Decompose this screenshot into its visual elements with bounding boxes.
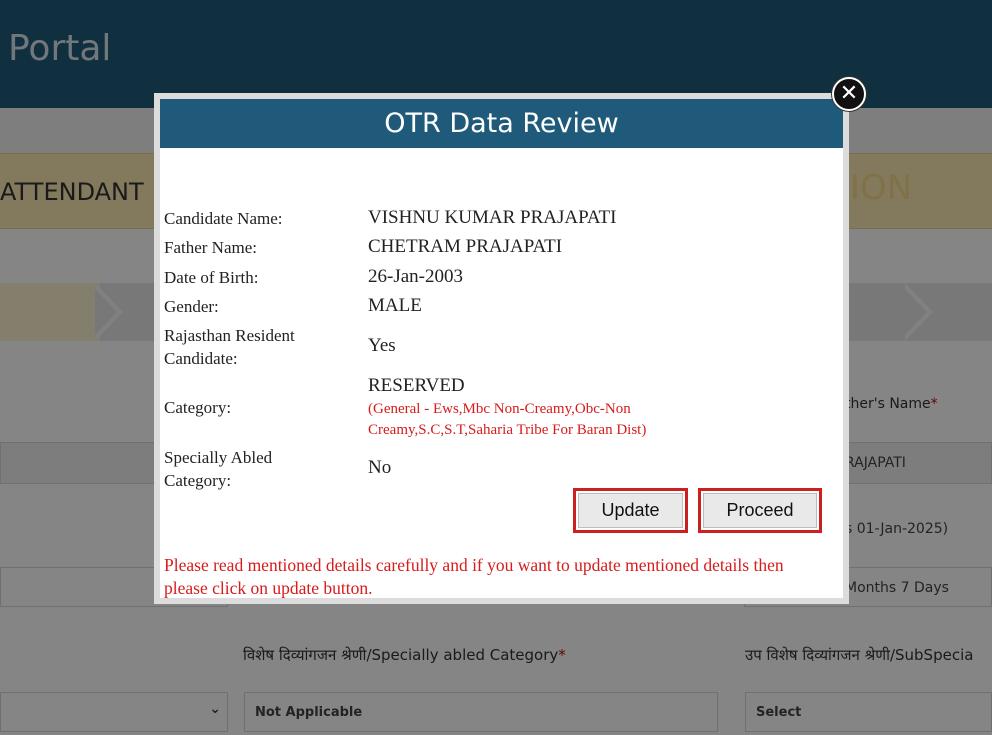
resident-label: Rajasthan Resident Candidate:: [164, 326, 295, 368]
dob-value: 26-Jan-2003: [368, 266, 463, 287]
update-button[interactable]: Update: [573, 488, 688, 533]
review-notice: Please read mentioned details carefully …: [164, 555, 784, 598]
close-icon[interactable]: ✕: [832, 77, 866, 111]
category-label: Category:: [164, 398, 232, 417]
gender-value: MALE: [368, 295, 422, 316]
modal-title: OTR Data Review: [160, 99, 843, 148]
father-name-value: CHETRAM PRAJAPATI: [368, 236, 563, 257]
specially-abled-value: No: [368, 457, 392, 478]
category-value: RESERVED: [368, 375, 465, 396]
specially-abled-label: Specially Abled Category:: [164, 448, 273, 490]
proceed-button[interactable]: Proceed: [698, 488, 822, 533]
category-note: (General - Ews,Mbc Non-Creamy,Obc-Non Cr…: [368, 401, 647, 438]
gender-label: Gender:: [164, 297, 219, 316]
candidate-name-label: Candidate Name:: [164, 209, 283, 228]
dob-label: Date of Birth:: [164, 268, 259, 287]
father-name-label: Father Name:: [164, 238, 257, 257]
resident-value: Yes: [368, 335, 396, 356]
candidate-name-value: VISHNU KUMAR PRAJAPATI: [368, 207, 617, 228]
proceed-button-label: Proceed: [703, 493, 817, 528]
otr-review-modal: OTR Data Review Candidate Name: VISHNU K…: [154, 93, 849, 604]
update-button-label: Update: [578, 493, 683, 528]
